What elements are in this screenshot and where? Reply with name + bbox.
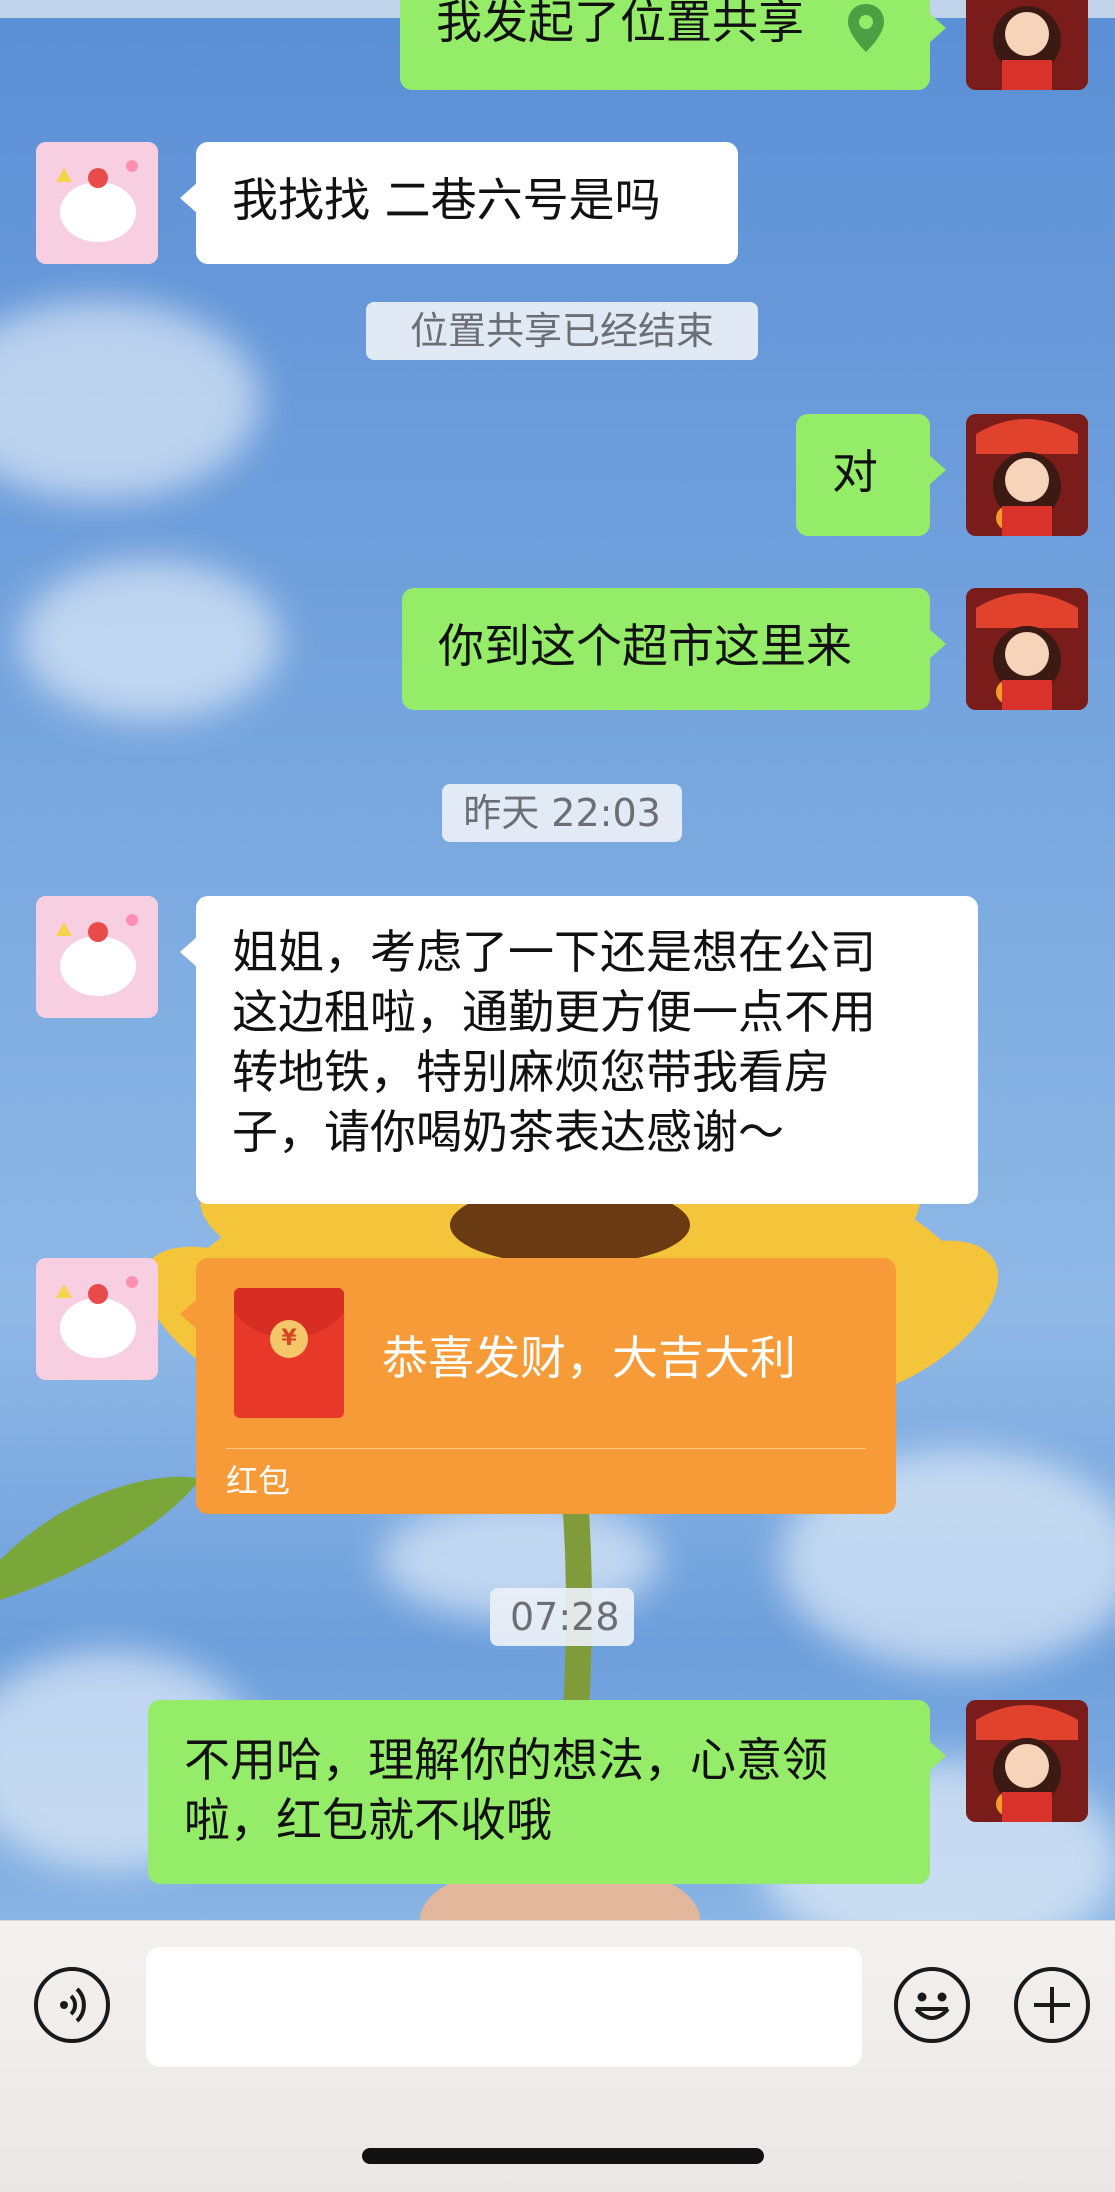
- timestamp: 07:28: [490, 1588, 634, 1646]
- friend-avatar[interactable]: [36, 896, 158, 1018]
- chat-bubble-incoming[interactable]: 姐姐，考虑了一下还是想在公司 这边租啦，通勤更方便一点不用 转地铁，特别麻烦您带…: [180, 896, 978, 1204]
- message-line: 啦，红包就不收哦: [184, 1793, 552, 1847]
- voice-icon: [60, 1987, 86, 2023]
- message-line: 子，请你喝奶茶表达感谢～: [232, 1105, 784, 1159]
- chat-bubble-outgoing[interactable]: 你到这个超市这里来: [402, 588, 946, 710]
- add-button[interactable]: [1014, 1967, 1090, 2043]
- red-envelope-icon: ¥: [234, 1288, 344, 1418]
- red-packet-greeting: 恭喜发财，大吉大利: [382, 1331, 796, 1385]
- divider: [226, 1448, 866, 1449]
- red-packet-label: 红包: [226, 1462, 291, 1500]
- plus-icon: [1034, 1987, 1070, 2023]
- my-avatar[interactable]: [966, 0, 1088, 90]
- friend-avatar[interactable]: [36, 1258, 158, 1380]
- red-packet-message[interactable]: ¥ 恭喜发财，大吉大利 红包: [180, 1258, 896, 1514]
- system-notice: 位置共享已经结束: [366, 302, 758, 360]
- message-text: 我找找 二巷六号是吗: [232, 173, 661, 227]
- home-indicator[interactable]: [362, 2148, 764, 2164]
- message-line: 姐姐，考虑了一下还是想在公司: [232, 925, 876, 979]
- message-line: 这边租啦，通勤更方便一点不用: [232, 985, 876, 1039]
- timestamp: 昨天 22:03: [442, 784, 682, 842]
- voice-button[interactable]: [34, 1967, 110, 2043]
- chat-bubble-outgoing[interactable]: 不用哈，理解你的想法，心意领 啦，红包就不收哦: [148, 1700, 946, 1884]
- my-avatar[interactable]: [966, 1700, 1088, 1822]
- message-text: 对: [832, 445, 878, 499]
- location-pin-icon: [848, 4, 884, 52]
- my-avatar[interactable]: [966, 588, 1088, 710]
- message-text: 我发起了位置共享: [436, 0, 804, 49]
- chat-bubble-outgoing[interactable]: 对: [796, 414, 946, 536]
- chat-bubble-incoming[interactable]: 我找找 二巷六号是吗: [180, 142, 738, 264]
- friend-avatar[interactable]: [36, 142, 158, 264]
- emoji-icon: [914, 1992, 950, 2020]
- message-line: 不用哈，理解你的想法，心意领: [184, 1733, 828, 1787]
- my-avatar[interactable]: [966, 414, 1088, 536]
- message-input[interactable]: [146, 1947, 862, 2067]
- emoji-button[interactable]: [894, 1967, 970, 2043]
- message-text: 你到这个超市这里来: [438, 619, 852, 673]
- message-line: 转地铁，特别麻烦您带我看房: [232, 1045, 830, 1099]
- chat-bubble-outgoing[interactable]: 我发起了位置共享: [400, 0, 946, 90]
